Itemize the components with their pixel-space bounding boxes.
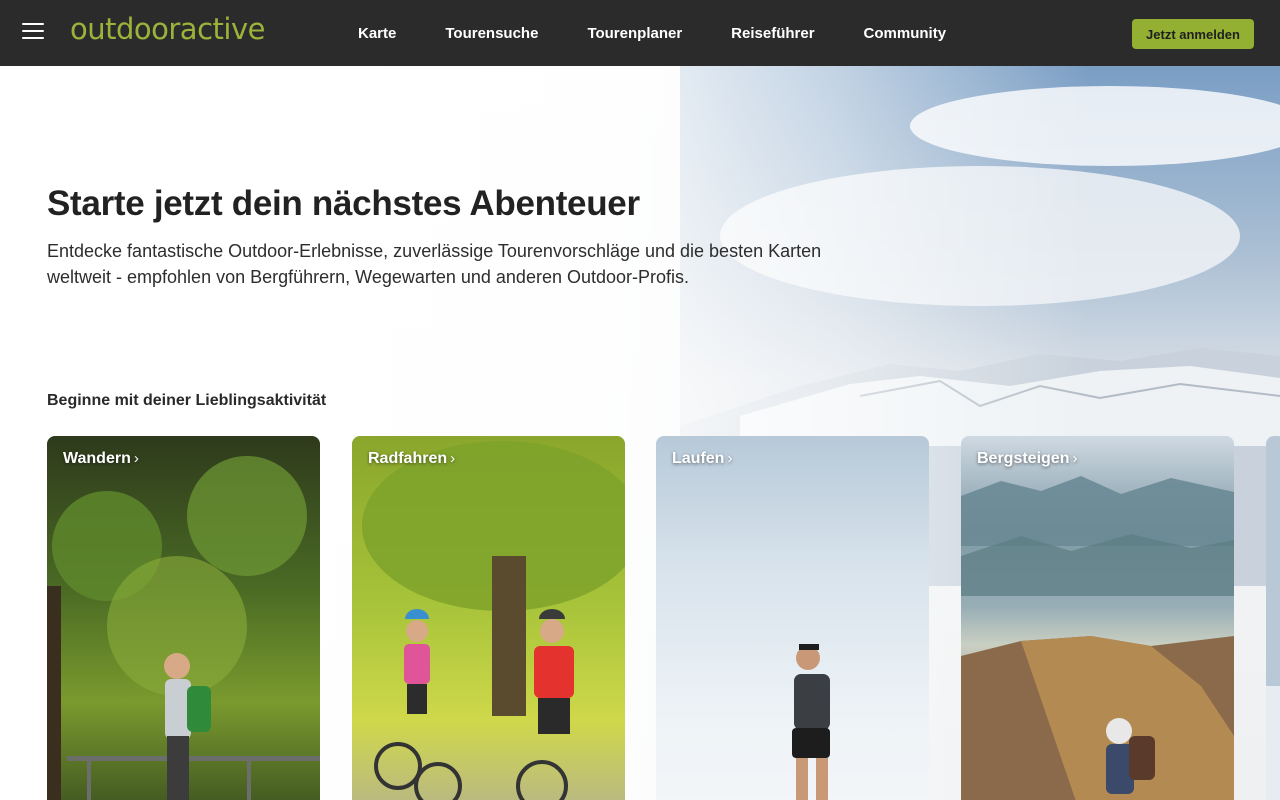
activity-card-next-peek[interactable]	[1266, 436, 1280, 800]
activity-label-laufen[interactable]: Laufen ›	[672, 450, 732, 468]
activity-card-laufen[interactable]: Laufen ›	[656, 436, 929, 800]
activity-cards: Wandern › Radfahren › Laufen › Bergsteig…	[47, 436, 1280, 800]
chevron-right-icon: ›	[450, 450, 456, 467]
activity-label-wandern[interactable]: Wandern ›	[63, 450, 139, 468]
nav-link-reisefuehrer[interactable]: Reiseführer	[731, 25, 814, 42]
hiking-photo	[47, 436, 320, 800]
mountaineering-photo	[961, 436, 1234, 800]
activity-name: Laufen	[672, 450, 725, 467]
top-navigation-bar: outdooractive Karte Tourensuche Tourenpl…	[0, 0, 1280, 66]
outdooractive-logo[interactable]: outdooractive	[70, 12, 265, 46]
activity-name: Wandern	[63, 450, 131, 467]
activity-name: Bergsteigen	[977, 450, 1070, 467]
activity-card-radfahren[interactable]: Radfahren ›	[352, 436, 625, 800]
activities-heading: Beginne mit deiner Lieblingsaktivität	[47, 392, 327, 409]
activity-card-wandern[interactable]: Wandern ›	[47, 436, 320, 800]
nav-link-tourenplaner[interactable]: Tourenplaner	[587, 25, 682, 42]
login-button[interactable]: Jetzt anmelden	[1132, 19, 1254, 49]
running-photo	[656, 436, 929, 800]
chevron-right-icon: ›	[727, 450, 733, 467]
nav-link-tourensuche[interactable]: Tourensuche	[445, 25, 538, 42]
hamburger-menu-icon[interactable]	[22, 23, 46, 43]
chevron-right-icon: ›	[133, 450, 139, 467]
main-nav: Karte Tourensuche Tourenplaner Reiseführ…	[358, 0, 995, 66]
nav-link-community[interactable]: Community	[864, 25, 947, 42]
cycling-photo	[352, 436, 625, 800]
nav-link-karte[interactable]: Karte	[358, 25, 396, 42]
chevron-right-icon: ›	[1072, 450, 1078, 467]
activity-card-bergsteigen[interactable]: Bergsteigen ›	[961, 436, 1234, 800]
activity-label-radfahren[interactable]: Radfahren ›	[368, 450, 455, 468]
activity-label-bergsteigen[interactable]: Bergsteigen ›	[977, 450, 1077, 468]
activity-name: Radfahren	[368, 450, 448, 467]
hero-section: Starte jetzt dein nächstes Abenteuer Ent…	[0, 66, 1280, 800]
hero-title: Starte jetzt dein nächstes Abenteuer	[47, 184, 640, 223]
hero-description: Entdecke fantastische Outdoor-Erlebnisse…	[47, 241, 822, 287]
next-card-photo	[1266, 436, 1280, 800]
